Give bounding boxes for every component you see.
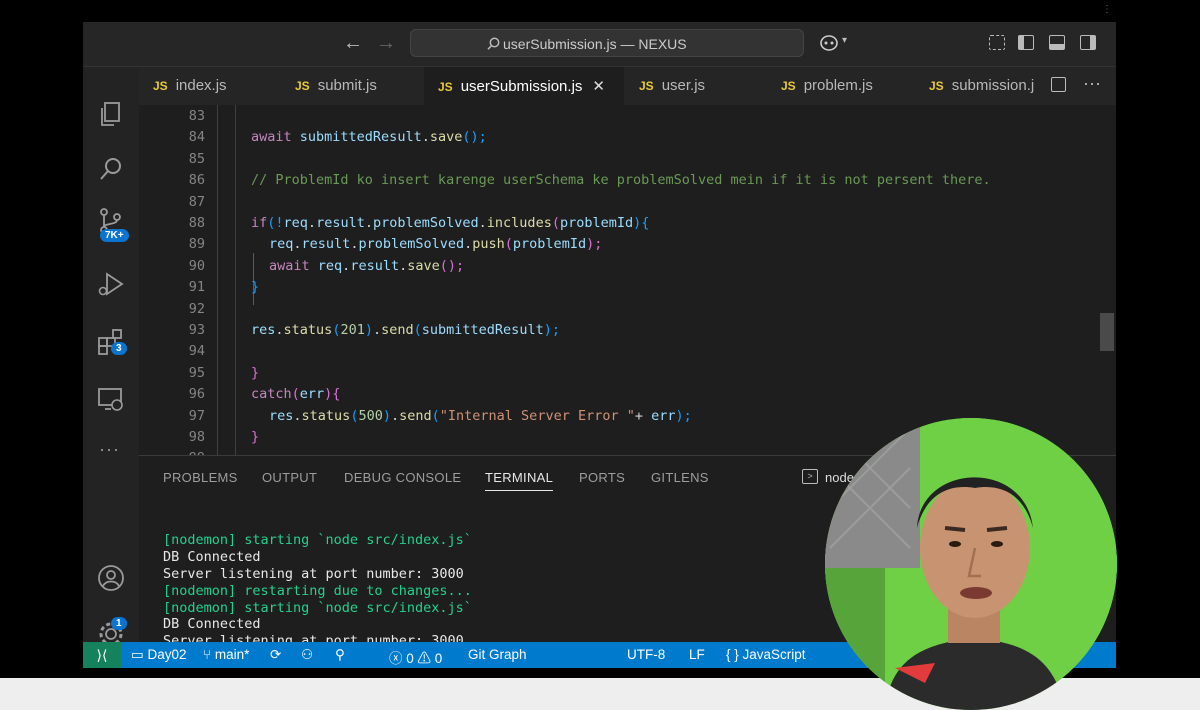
more-icon[interactable]: ··· [99,439,120,460]
tab-submit-js[interactable]: JS submit.js [295,67,433,105]
line-number: 95 [188,365,205,381]
top-black-border: ⋮ [0,0,1200,22]
encoding-status[interactable]: UTF-8 [627,647,665,662]
title-bar: ← → userSubmission.js — NEXUS ▾ [83,22,1116,67]
tab-debug-console[interactable]: DEBUG CONSOLE [344,470,461,485]
code-line-88: if(!req.result.problemSolved.includes(pr… [251,215,650,231]
code-line-95: } [251,365,260,381]
js-file-icon: JS [639,79,654,93]
source-control-badge: 7K+ [100,229,129,242]
line-number: 93 [188,322,205,338]
indent-guide [235,105,236,455]
search-icon [487,37,500,50]
dots-decoration: ⋮ [1102,4,1112,15]
tab-gitlens[interactable]: GITLENS [651,470,709,485]
account-icon[interactable] [97,564,125,592]
code-line-96: catch(err){ [251,386,341,402]
tab-terminal[interactable]: TERMINAL [485,470,554,491]
terminal-line: [nodemon] starting `node src/index.js` [163,532,472,548]
window-title: userSubmission.js — NEXUS [503,36,687,52]
activity-bar: 7K+ 3 ··· 1 [83,67,139,646]
sync-icon[interactable]: ⟳ [270,647,281,663]
code-line-93: res.status(201).send(submittedResult); [251,322,560,338]
editor-scrollbar[interactable] [1100,313,1114,351]
language-mode[interactable]: { } JavaScript [726,647,806,662]
settings-badge: 1 [111,617,127,630]
remote-explorer-icon[interactable] [97,385,125,413]
more-actions-icon[interactable]: ··· [1083,73,1101,94]
editor-tabs: JS index.js JS submit.js JS userSubmission.… [139,67,1116,105]
code-line-98: } [251,429,260,445]
tab-submission-js[interactable]: JS submission.j [929,67,1047,105]
code-line-90: await req.result.save(); [269,258,465,274]
tab-problems[interactable]: PROBLEMS [163,470,238,485]
tab-problem-js[interactable]: JS problem.js [781,67,921,105]
terminal-icon[interactable]: > [802,469,818,484]
run-debug-icon[interactable] [97,270,125,298]
ports-icon[interactable]: ⚲ [335,647,345,663]
folder-status[interactable]: ▭ Day02 [131,647,187,663]
command-center[interactable]: userSubmission.js — NEXUS [410,29,804,57]
terminal-line: Server listening at port number: 3000 [163,566,464,582]
js-file-icon: JS [438,80,453,94]
tab-usersubmission-js[interactable]: JS userSubmission.js ✕ [424,67,624,105]
js-file-icon: JS [781,79,796,93]
search-icon[interactable] [97,155,125,183]
problems-status[interactable]: ⓧ 0 ⚠ 0 [389,647,442,667]
terminal-line: [nodemon] restarting due to changes... [163,583,472,599]
left-black-border [0,22,83,678]
line-number: 89 [188,236,205,252]
right-black-border [1116,22,1200,678]
js-file-icon: JS [295,79,310,93]
forward-arrow-icon[interactable]: → [376,32,396,55]
line-number: 84 [188,129,205,145]
code-line-89: req.result.problemSolved.push(problemId)… [269,236,603,252]
indent-guide [217,105,218,455]
line-number: 85 [188,151,205,167]
tab-output[interactable]: OUTPUT [262,470,317,485]
eol-status[interactable]: LF [689,647,705,662]
webcam-overlay [825,418,1117,710]
tab-ports[interactable]: PORTS [579,470,625,485]
close-tab-icon[interactable]: ✕ [592,78,605,95]
line-number: 83 [188,108,205,124]
code-editor[interactable]: 83 84 85 86 87 88 89 90 91 92 93 94 95 9… [139,105,1116,455]
git-graph-button[interactable]: Git Graph [468,647,527,662]
line-number: 94 [188,343,205,359]
line-number: 98 [188,429,205,445]
terminal-line: DB Connected [163,549,261,565]
toggle-secondary-sidebar-icon[interactable] [1080,35,1096,50]
line-number: 88 [188,215,205,231]
js-file-icon: JS [153,79,168,93]
explorer-icon[interactable] [97,100,125,128]
line-number: 90 [188,258,205,274]
presenter-video [825,418,1117,710]
terminal-line: DB Connected [163,616,261,632]
customize-layout-icon[interactable] [989,35,1005,50]
tab-index-js[interactable]: JS index.js [153,67,293,105]
code-line-86-comment: // ProblemId ko insert karenge userSchem… [251,172,991,188]
branch-status[interactable]: ⑂ main* [203,647,249,662]
js-file-icon: JS [929,79,944,93]
toggle-primary-sidebar-icon[interactable] [1018,35,1034,50]
code-line-91: } [251,279,260,295]
line-number: 91 [188,279,205,295]
tab-user-js[interactable]: JS user.js [639,67,771,105]
split-editor-icon[interactable] [1051,77,1066,92]
line-number: 96 [188,386,205,402]
line-number: 97 [188,408,205,424]
line-number: 92 [188,301,205,317]
remote-indicator-icon[interactable]: ⟩⟨ [83,642,121,668]
toggle-panel-icon[interactable] [1049,35,1065,50]
line-number: 86 [188,172,205,188]
chevron-down-icon[interactable]: ▾ [842,35,847,46]
code-line-97: res.status(500).send("Internal Server Er… [269,408,692,424]
back-arrow-icon[interactable]: ← [343,32,363,55]
terminal-line: [nodemon] starting `node src/index.js` [163,600,472,616]
live-share-icon[interactable]: ⚇ [301,647,313,663]
code-line-84: await submittedResult.save(); [251,129,487,145]
line-number: 87 [188,194,205,210]
copilot-icon[interactable] [820,34,840,52]
extensions-badge: 3 [111,342,127,355]
